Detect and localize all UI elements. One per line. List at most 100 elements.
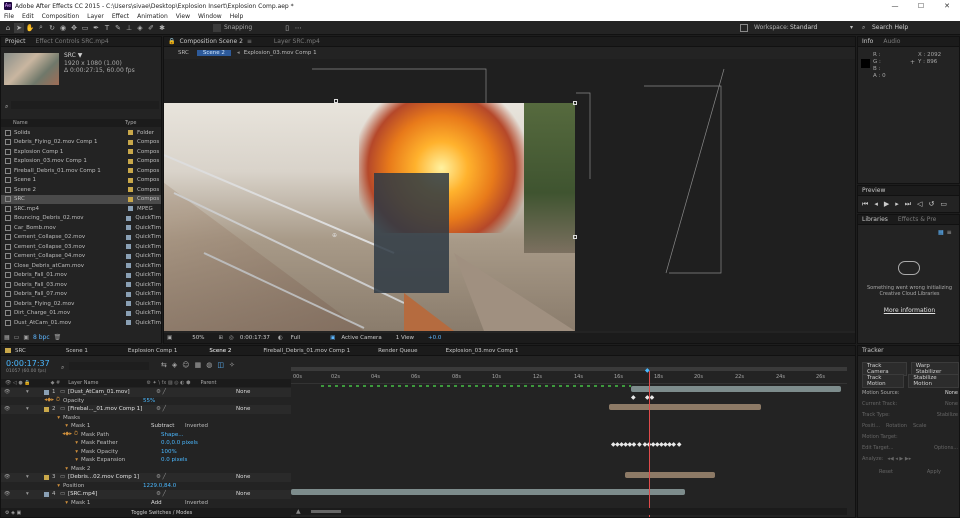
minimize-button[interactable]: — bbox=[882, 0, 908, 12]
property-row[interactable]: ▾ Position 1229.0,84.0 bbox=[1, 482, 291, 491]
maximize-button[interactable]: ☐ bbox=[908, 0, 934, 12]
parent-dropdown[interactable]: None bbox=[236, 406, 250, 412]
property-row[interactable]: ▾ Mask Opacity 100% bbox=[1, 448, 291, 457]
safe-zones-icon[interactable]: ⊞ bbox=[218, 335, 223, 341]
property-row[interactable]: ▾ Mask Feather 0.0,0.0 pixels bbox=[1, 439, 291, 448]
tab-scene2[interactable]: Scene 2 bbox=[209, 348, 231, 354]
menu-icon[interactable]: ≡ bbox=[247, 38, 252, 45]
label-color-chip[interactable] bbox=[126, 272, 132, 278]
tab-explosion03-comp[interactable]: Explosion_03.mov Comp 1 bbox=[446, 348, 519, 354]
layer-switches[interactable]: ⚙ ╱ bbox=[156, 491, 236, 497]
layer-handle-right-mid[interactable] bbox=[573, 235, 577, 239]
workspace-icon[interactable] bbox=[740, 23, 748, 32]
layer-handle-right-top[interactable] bbox=[573, 101, 577, 105]
brush-tool-icon[interactable]: ✎ bbox=[113, 23, 123, 33]
layer-switches[interactable]: ⚙ ╱ bbox=[156, 406, 236, 412]
label-color-chip[interactable] bbox=[128, 187, 133, 193]
composition-viewer[interactable]: ⊕ bbox=[164, 59, 855, 331]
scale-checkbox[interactable]: Scale bbox=[913, 421, 926, 432]
label-color-chip[interactable] bbox=[126, 291, 132, 297]
apply-button[interactable]: Apply bbox=[927, 467, 941, 478]
lock-icon[interactable]: 🔒 bbox=[168, 38, 175, 45]
layer4-bar[interactable] bbox=[291, 489, 685, 495]
column-name[interactable]: Name bbox=[13, 120, 125, 126]
zoom-dropdown[interactable]: 50% bbox=[192, 335, 204, 341]
brainstorm-icon[interactable]: ✧ bbox=[229, 361, 235, 369]
label-color-chip[interactable] bbox=[126, 244, 132, 250]
analyze-controls-icon[interactable]: ◂◀ ◂ ▶ ▶▸ bbox=[887, 454, 911, 465]
parent-dropdown[interactable]: None bbox=[236, 474, 250, 480]
camera-dropdown[interactable]: Active Camera bbox=[341, 335, 381, 341]
current-time-display[interactable]: 0:00:17:37 bbox=[240, 335, 270, 341]
disclosure-icon[interactable]: ▾ bbox=[26, 491, 34, 497]
resolution-dropdown[interactable]: Full bbox=[291, 335, 300, 341]
property-row[interactable]: ▾ Mask 1 Subtract Inverted bbox=[1, 422, 291, 431]
layer-handle-top[interactable] bbox=[334, 99, 338, 103]
camera-tool-icon[interactable]: ◉ bbox=[58, 23, 68, 33]
stabilize-motion-button[interactable]: Stabilize Motion bbox=[908, 374, 959, 388]
visibility-icon[interactable]: 👁 bbox=[4, 491, 26, 497]
project-item[interactable]: Close_Debris_atCam.mov QuickTim bbox=[1, 261, 161, 271]
column-type[interactable]: Type bbox=[125, 120, 136, 126]
property-toggle-icon[interactable]: ▾ bbox=[1, 500, 71, 506]
opacity-keyframe[interactable]: ◆ bbox=[631, 394, 636, 401]
pen-tool-icon[interactable]: ✒ bbox=[91, 23, 101, 33]
toggle-switches-modes[interactable]: Toggle Switches / Modes bbox=[131, 510, 192, 516]
prev-frame-icon[interactable]: ◂ bbox=[874, 200, 878, 209]
label-color-chip[interactable] bbox=[126, 234, 132, 240]
parent-dropdown[interactable]: None bbox=[236, 389, 250, 395]
pan-behind-tool-icon[interactable]: ✥ bbox=[69, 23, 79, 33]
project-item[interactable]: Dirt_Charge_01.mov QuickTim bbox=[1, 309, 161, 319]
menu-help[interactable]: Help bbox=[226, 13, 248, 20]
layer3-bar[interactable] bbox=[625, 472, 715, 478]
project-item[interactable]: Explosion_03.mov Comp 1 Compos bbox=[1, 157, 161, 167]
label-color-chip[interactable] bbox=[126, 215, 132, 221]
visibility-icon[interactable]: 👁 bbox=[4, 406, 26, 412]
mask-inverted-checkbox[interactable]: Inverted bbox=[185, 500, 208, 506]
layer-name[interactable]: [SRC.mp4] bbox=[68, 491, 156, 497]
region-of-interest-icon[interactable]: ▣ bbox=[330, 335, 335, 341]
project-item[interactable]: SRC Compos bbox=[1, 194, 161, 204]
mask-path-keyframes[interactable]: ◆◆◆◆◆◆ ◆ ◆◆◆◆◆◆◆◆ ◆ bbox=[611, 441, 682, 448]
motion-source-dropdown[interactable]: None bbox=[945, 388, 958, 399]
property-toggle-icon[interactable]: ▾ bbox=[1, 483, 63, 489]
list-view-icon[interactable]: ≡ bbox=[947, 229, 952, 236]
layer1-bar[interactable] bbox=[631, 386, 841, 392]
layer-row[interactable]: 👁 ▾ 2 ▭ [Firebal..._01.mov Comp 1] ⚙ ╱ None bbox=[1, 405, 291, 414]
property-toggle-icon[interactable]: ▾ bbox=[1, 423, 71, 429]
project-search-input[interactable] bbox=[11, 101, 159, 109]
label-color-chip[interactable] bbox=[128, 149, 133, 155]
tab-render-queue[interactable]: Render Queue bbox=[378, 348, 417, 354]
project-item[interactable]: Cement_Collapse_03.mov QuickTim bbox=[1, 242, 161, 252]
time-ruler[interactable]: 00s 02s 04s 06s 08s 10s 12s 14s 16s 18s … bbox=[291, 372, 847, 384]
zoom-tool-icon[interactable]: ⌕ bbox=[36, 23, 46, 33]
project-item[interactable]: Debris_Fall_07.mov QuickTim bbox=[1, 290, 161, 300]
workspace-dropdown[interactable]: Standard bbox=[790, 24, 817, 31]
label-color-chip[interactable] bbox=[44, 389, 49, 395]
interpret-footage-icon[interactable]: ▦ bbox=[4, 334, 10, 341]
visibility-icon[interactable]: 👁 bbox=[4, 474, 26, 480]
rotation-checkbox[interactable]: Rotation bbox=[886, 421, 907, 432]
next-frame-icon[interactable]: ▸ bbox=[895, 200, 899, 209]
snap-grid-icon[interactable]: ⋯ bbox=[293, 23, 303, 33]
reset-button[interactable]: Reset bbox=[879, 467, 893, 478]
property-toggle-icon[interactable]: ◂◆▸ ⏱ bbox=[1, 431, 81, 438]
hand-tool-icon[interactable]: ✋ bbox=[25, 23, 35, 33]
motion-blur-icon[interactable]: ◍ bbox=[206, 361, 212, 369]
project-item[interactable]: Fireball_Debris_01.mov Comp 1 Compos bbox=[1, 166, 161, 176]
work-area-bar[interactable] bbox=[291, 367, 847, 371]
chevron-down-icon[interactable]: ▾ bbox=[850, 24, 853, 31]
menu-composition[interactable]: Composition bbox=[38, 13, 83, 20]
more-information-link[interactable]: More information bbox=[862, 307, 957, 314]
project-item[interactable]: Car_Bomb.mov QuickTim bbox=[1, 223, 161, 233]
zoom-out-icon[interactable]: ▲ bbox=[296, 508, 301, 515]
new-comp-icon[interactable]: ▣ bbox=[23, 334, 29, 341]
project-item[interactable]: Debris_Fall_01.mov QuickTim bbox=[1, 271, 161, 281]
property-value[interactable]: 0.0,0.0 pixels bbox=[161, 440, 198, 446]
close-button[interactable]: ✕ bbox=[934, 0, 960, 12]
menu-view[interactable]: View bbox=[172, 13, 194, 20]
property-toggle-icon[interactable]: ▾ bbox=[1, 440, 81, 446]
label-color-chip[interactable] bbox=[126, 253, 132, 259]
rotate-tool-icon[interactable]: ↻ bbox=[47, 23, 57, 33]
current-track-dropdown[interactable]: None bbox=[945, 399, 958, 410]
